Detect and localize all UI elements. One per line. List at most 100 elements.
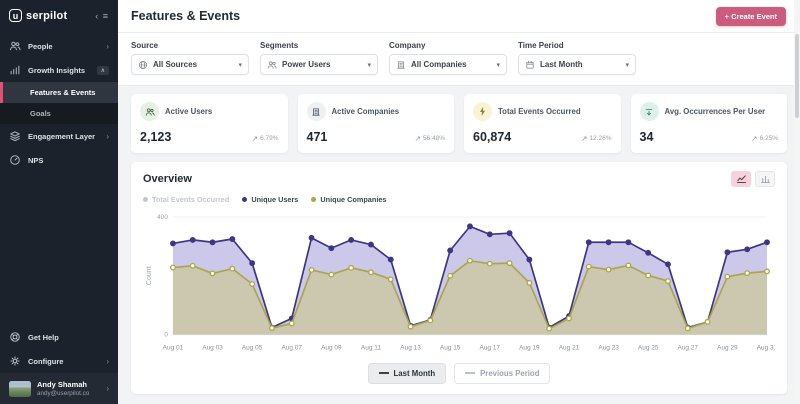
x-tick-label: Aug 11 xyxy=(361,345,381,352)
line-chart-icon xyxy=(736,174,747,184)
select-value: Power Users xyxy=(282,60,330,69)
lightning-icon xyxy=(473,102,492,121)
stat-card-avg-occurrences: Avg. Occurrences Per User 34 ↗6.25% xyxy=(631,94,788,153)
overview-chart: 0400CountAug 01Aug 03Aug 05Aug 07Aug 09A… xyxy=(143,207,775,357)
trend-up-icon: ↗ xyxy=(581,134,587,143)
sidebar-item-growth-insights[interactable]: Growth Insights ∧ xyxy=(0,58,118,82)
data-point xyxy=(250,261,255,266)
stat-card-active-companies: Active Companies 471 ↗56.48% xyxy=(298,94,455,153)
sidebar-item-label: Configure xyxy=(28,357,63,366)
user-profile[interactable]: Andy Shamah andy@userpilot.co › xyxy=(0,373,118,404)
sidebar-item-configure[interactable]: Configure › xyxy=(0,349,118,373)
data-point xyxy=(745,271,750,276)
sidebar-item-engagement-layer[interactable]: Engagement Layer › xyxy=(0,124,118,148)
stat-value: 60,874 xyxy=(473,130,511,144)
legend-unique-companies[interactable]: Unique Companies xyxy=(311,195,386,204)
x-tick-label: Aug 29 xyxy=(717,345,738,352)
bar-chart-toggle[interactable] xyxy=(755,171,775,187)
source-select[interactable]: All Sources ▾ xyxy=(131,54,249,75)
data-point xyxy=(349,238,354,243)
trend-up-icon: ↗ xyxy=(751,134,757,143)
legend-dot xyxy=(311,197,316,202)
data-point xyxy=(725,250,730,255)
stat-label: Active Users xyxy=(165,107,212,116)
x-tick-label: Aug 09 xyxy=(321,345,342,352)
page-scrollbar xyxy=(794,0,800,404)
bar-chart-icon xyxy=(9,64,21,76)
previous-period-button[interactable]: Previous Period xyxy=(454,363,550,384)
sidebar-item-label: Get Help xyxy=(28,333,59,342)
stat-change: ↗12.26% xyxy=(581,134,611,143)
stat-change: ↗6.79% xyxy=(252,134,279,143)
sidebar-item-nps[interactable]: NPS xyxy=(0,148,118,172)
stat-label: Active Companies xyxy=(332,107,400,116)
legend-dot xyxy=(143,197,148,202)
sidebar-item-features-events[interactable]: Features & Events xyxy=(0,82,118,103)
active-companies-icon xyxy=(307,102,326,121)
logo-text: serpilot xyxy=(26,10,67,22)
stat-value: 34 xyxy=(640,130,654,144)
chevron-right-icon: › xyxy=(106,42,109,51)
solid-dash-icon xyxy=(379,372,389,374)
data-point xyxy=(448,248,453,253)
segments-select[interactable]: Power Users ▾ xyxy=(260,54,378,75)
data-point xyxy=(428,318,433,323)
y-axis-label: Count xyxy=(146,266,153,285)
sidebar-item-people[interactable]: People › xyxy=(0,34,118,58)
gauge-icon xyxy=(9,154,21,166)
caret-down-icon: ▾ xyxy=(367,61,371,69)
data-point xyxy=(487,232,492,237)
company-select[interactable]: All Companies ▾ xyxy=(389,54,507,75)
data-point xyxy=(646,251,651,256)
stat-label: Avg. Occurrences Per User xyxy=(665,107,766,116)
data-point xyxy=(765,240,770,245)
data-point xyxy=(309,268,314,273)
x-tick-label: Aug 23 xyxy=(598,345,619,352)
data-point xyxy=(468,258,473,263)
sidebar-collapse-button[interactable]: ‹ ≡ xyxy=(95,11,109,21)
chevron-right-icon: › xyxy=(106,384,109,393)
select-value: Last Month xyxy=(540,60,583,69)
stat-change: ↗56.48% xyxy=(415,134,445,143)
collapse-chevron-icon: ‹ xyxy=(95,11,99,21)
data-point xyxy=(666,279,671,284)
time-period-select[interactable]: Last Month ▾ xyxy=(518,54,636,75)
legend-total-events[interactable]: Total Events Occurred xyxy=(143,195,229,204)
filter-label: Company xyxy=(389,41,507,50)
sidebar-item-goals[interactable]: Goals xyxy=(0,103,118,124)
select-value: All Sources xyxy=(153,60,197,69)
x-tick-label: Aug 17 xyxy=(480,345,501,352)
active-users-icon xyxy=(140,102,159,121)
stat-value: 471 xyxy=(307,130,328,144)
y-tick-label: 400 xyxy=(157,214,168,221)
data-point xyxy=(586,240,591,245)
data-point xyxy=(765,269,770,274)
data-point xyxy=(388,257,393,262)
caret-down-icon: ▾ xyxy=(625,61,629,69)
data-point xyxy=(567,316,572,321)
sidebar-item-get-help[interactable]: Get Help xyxy=(0,325,118,349)
last-month-button[interactable]: Last Month xyxy=(368,363,447,384)
legend-unique-users[interactable]: Unique Users xyxy=(242,195,298,204)
line-chart-toggle[interactable] xyxy=(731,171,751,187)
top-bar: Features & Events + Create Event xyxy=(118,0,800,33)
menu-icon: ≡ xyxy=(103,11,109,21)
trend-up-icon: ↗ xyxy=(415,134,421,143)
sidebar-item-label: People xyxy=(28,42,53,51)
data-point xyxy=(705,320,710,325)
chart-type-toggles xyxy=(731,171,775,187)
globe-icon xyxy=(138,60,148,70)
building-icon xyxy=(396,60,406,70)
x-tick-label: Aug 13 xyxy=(400,345,421,352)
data-point xyxy=(171,265,176,270)
data-point xyxy=(547,326,552,331)
data-point xyxy=(369,270,374,275)
data-point xyxy=(507,261,512,266)
create-event-button[interactable]: + Create Event xyxy=(716,7,786,26)
page-title: Features & Events xyxy=(131,9,240,23)
scrollbar-thumb[interactable] xyxy=(795,34,799,118)
filter-label: Source xyxy=(131,41,249,50)
stat-change: ↗6.25% xyxy=(751,134,778,143)
caret-down-icon: ▾ xyxy=(238,61,242,69)
data-point xyxy=(606,240,611,245)
